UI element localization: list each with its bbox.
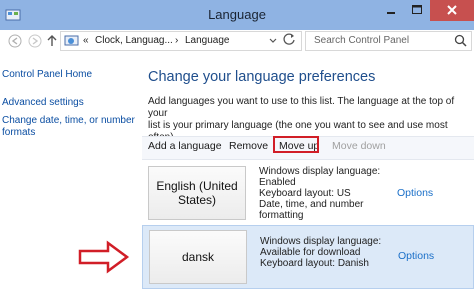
- detail-line: Date, time, and number: [259, 199, 364, 210]
- search-input[interactable]: Search Control Panel: [305, 31, 472, 51]
- close-icon: [447, 5, 457, 15]
- sidebar-item-formats[interactable]: formats: [2, 127, 35, 139]
- breadcrumb-clock-language[interactable]: Clock, Languag...: [95, 35, 173, 46]
- refresh-button[interactable]: [282, 32, 296, 49]
- options-link[interactable]: Options: [397, 187, 433, 199]
- back-icon: [8, 34, 22, 48]
- detail-line: Windows display language:: [260, 236, 382, 247]
- options-link[interactable]: Options: [398, 250, 434, 262]
- minimize-button[interactable]: [378, 0, 404, 21]
- language-tile[interactable]: dansk: [149, 230, 247, 284]
- language-row-dansk[interactable]: dansk Windows display language: Availabl…: [142, 225, 474, 289]
- address-root[interactable]: «: [83, 35, 89, 46]
- title-bar: Language: [0, 0, 474, 30]
- address-bar[interactable]: « Clock, Languag... › Language: [60, 31, 302, 51]
- forward-icon: [28, 34, 42, 48]
- search-icon[interactable]: [454, 34, 467, 47]
- back-button[interactable]: [8, 34, 22, 48]
- detail-line: formatting: [259, 210, 304, 221]
- sidebar-item-change-date-time[interactable]: Change date, time, or number: [2, 115, 135, 127]
- language-name: States): [177, 193, 216, 207]
- remove-button[interactable]: Remove: [229, 140, 268, 152]
- add-language-button[interactable]: Add a language: [148, 140, 222, 152]
- minimize-icon: [387, 12, 395, 14]
- forward-button[interactable]: [28, 34, 42, 48]
- sidebar-item-advanced-settings[interactable]: Advanced settings: [2, 97, 84, 109]
- language-row-english[interactable]: English (United States) Windows display …: [142, 162, 474, 224]
- detail-line: Enabled: [259, 177, 296, 188]
- detail-line: Keyboard layout: Danish: [260, 258, 369, 269]
- detail-line: Keyboard layout: US: [259, 188, 351, 199]
- breadcrumb-separator: ›: [175, 35, 179, 46]
- detail-line: Windows display language:: [259, 166, 381, 177]
- close-button[interactable]: [430, 0, 474, 21]
- maximize-icon: [412, 5, 422, 14]
- up-icon: [47, 35, 57, 46]
- detail-line: Available for download: [260, 247, 361, 258]
- description-line: Add languages you want to use to this li…: [148, 96, 455, 119]
- language-tile[interactable]: English (United States): [148, 166, 246, 220]
- language-name: English (United: [156, 179, 238, 193]
- language-name: dansk: [181, 250, 215, 264]
- control-panel-icon: [64, 35, 79, 46]
- sidebar-item-control-panel-home[interactable]: Control Panel Home: [2, 69, 92, 81]
- chevron-down-icon: [269, 38, 277, 43]
- breadcrumb-language[interactable]: Language: [185, 35, 230, 46]
- refresh-icon: [283, 33, 295, 45]
- page-title: Change your language preferences: [148, 69, 376, 85]
- move-down-button[interactable]: Move down: [332, 140, 386, 152]
- language-details: Windows display language: Enabled Keyboa…: [259, 166, 380, 221]
- up-button[interactable]: [46, 34, 58, 48]
- language-details: Windows display language: Available for …: [260, 236, 381, 269]
- address-dropdown[interactable]: [269, 37, 277, 46]
- maximize-button[interactable]: [404, 0, 430, 21]
- pointer-arrow-icon: [78, 240, 130, 274]
- search-placeholder: Search Control Panel: [314, 35, 410, 46]
- highlight-outline: [273, 136, 319, 153]
